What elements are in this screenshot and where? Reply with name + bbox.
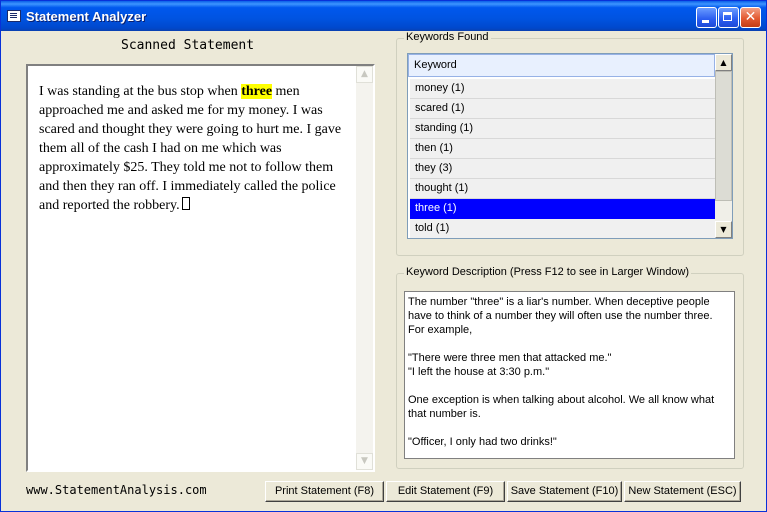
maximize-button[interactable]	[718, 7, 739, 28]
keyword-list-item[interactable]: then (1)	[410, 139, 715, 159]
scroll-up-icon[interactable]: ▲	[356, 66, 373, 83]
maximize-icon	[723, 12, 732, 21]
keyword-column-header[interactable]: Keyword	[408, 54, 715, 77]
close-button[interactable]: ✕	[740, 7, 761, 28]
statement-text: I was standing at the bus stop when thre…	[39, 82, 351, 215]
keyword-list[interactable]: Keyword money (1) scared (1) standing (1) t…	[407, 53, 733, 239]
statement-heading: Scanned Statement	[121, 38, 255, 53]
keyword-list-item[interactable]: standing (1)	[410, 119, 715, 139]
minimize-button[interactable]	[696, 7, 717, 28]
text-caret	[181, 197, 190, 210]
keyword-list-scrollbar[interactable]: ▲ ▼	[715, 54, 732, 238]
keyword-list-item[interactable]: they (3)	[410, 159, 715, 179]
statement-text-area[interactable]: I was standing at the bus stop when thre…	[26, 64, 375, 472]
highlighted-keyword: three	[241, 84, 273, 99]
description-paragraph: "Officer, I only had two drinks!"	[408, 436, 557, 448]
minimize-icon	[702, 20, 709, 23]
scroll-thumb[interactable]	[715, 71, 732, 201]
close-icon: ✕	[744, 9, 757, 25]
statement-text-after: men approached me and asked me for my mo…	[39, 84, 342, 213]
statement-scrollbar[interactable]: ▲ ▼	[356, 66, 373, 470]
keyword-list-item[interactable]: scared (1)	[410, 99, 715, 119]
keyword-list-item[interactable]: told (1)	[410, 219, 715, 238]
website-label: www.StatementAnalysis.com	[26, 483, 207, 497]
description-paragraph: One exception is when talking about alco…	[408, 394, 715, 420]
description-group-title: Keyword Description (Press F12 to see in…	[404, 266, 692, 278]
print-statement-button[interactable]: Print Statement (F8)	[265, 481, 384, 502]
keywords-group-title: Keywords Found	[404, 31, 491, 43]
keyword-description[interactable]: The number "three" is a liar's number. W…	[404, 291, 735, 459]
edit-statement-button[interactable]: Edit Statement (F9)	[386, 481, 505, 502]
app-window: Statement Analyzer ✕ Scanned Statement I…	[0, 0, 767, 512]
save-statement-button[interactable]: Save Statement (F10)	[507, 481, 622, 502]
keyword-list-item[interactable]: thought (1)	[410, 179, 715, 199]
new-statement-button[interactable]: New Statement (ESC)	[624, 481, 741, 502]
keyword-list-item[interactable]: three (1)	[410, 199, 715, 219]
statement-text-before: I was standing at the bus stop when	[39, 84, 242, 99]
window-title: Statement Analyzer	[26, 9, 147, 24]
keyword-list-item[interactable]: money (1)	[410, 79, 715, 99]
scroll-up-icon[interactable]: ▲	[715, 54, 732, 71]
app-icon	[7, 10, 21, 22]
description-paragraph: "I left the house at 3:30 p.m."	[408, 366, 550, 378]
title-bar[interactable]: Statement Analyzer ✕	[1, 1, 766, 31]
scroll-down-icon[interactable]: ▼	[356, 453, 373, 470]
scroll-down-icon[interactable]: ▼	[715, 221, 732, 238]
description-paragraph: The number "three" is a liar's number. W…	[408, 296, 713, 336]
description-paragraph: "There were three men that attacked me."	[408, 352, 612, 364]
